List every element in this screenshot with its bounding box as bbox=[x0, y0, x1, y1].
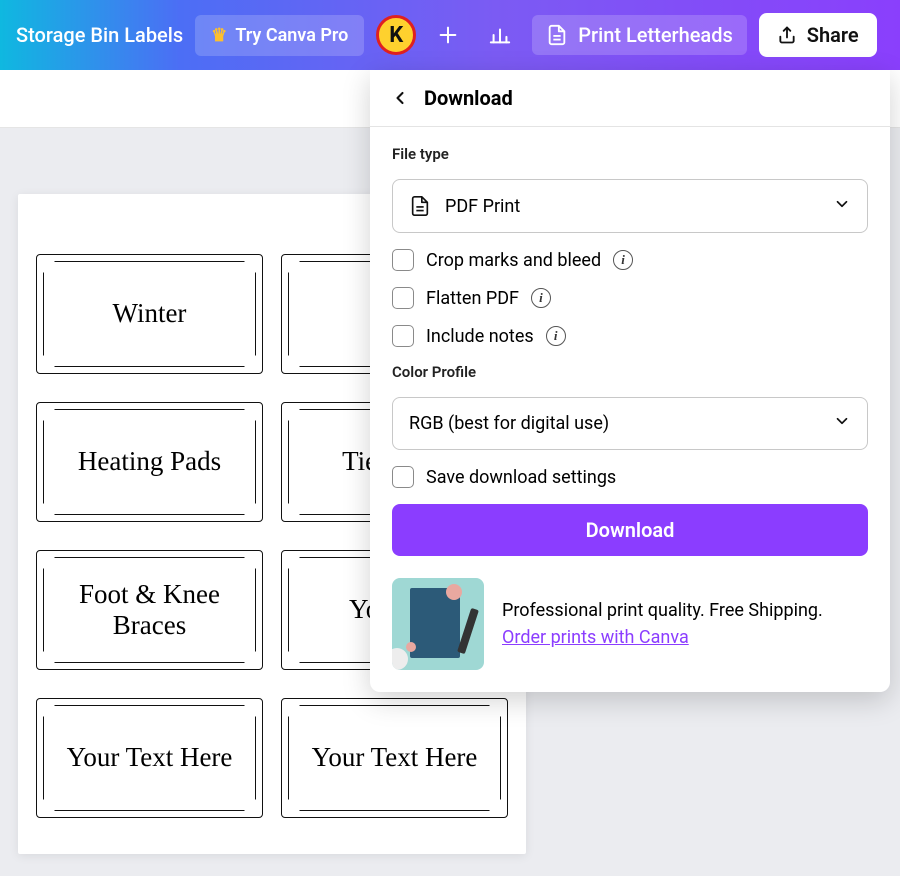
upload-icon bbox=[777, 25, 797, 45]
label-cell[interactable]: Winter bbox=[36, 254, 263, 374]
document-title[interactable]: Storage Bin Labels bbox=[12, 23, 183, 47]
flatten-pdf-checkbox[interactable] bbox=[392, 287, 414, 309]
color-profile-select[interactable]: RGB (best for digital use) bbox=[392, 397, 868, 450]
share-button[interactable]: Share bbox=[759, 13, 877, 57]
back-button[interactable] bbox=[390, 88, 410, 108]
add-button[interactable] bbox=[428, 15, 468, 55]
crop-marks-option: Crop marks and bleed i bbox=[392, 249, 868, 271]
info-icon[interactable]: i bbox=[613, 250, 633, 270]
file-type-value: PDF Print bbox=[445, 196, 520, 217]
file-type-label: File type bbox=[392, 145, 868, 163]
crown-icon: ♛ bbox=[211, 25, 227, 46]
chevron-left-icon bbox=[390, 88, 410, 108]
label-text[interactable]: Winter bbox=[43, 261, 256, 367]
flatten-pdf-option: Flatten PDF i bbox=[392, 287, 868, 309]
save-settings-label: Save download settings bbox=[426, 467, 616, 488]
file-pdf-icon bbox=[409, 194, 431, 218]
color-profile-value: RGB (best for digital use) bbox=[409, 413, 609, 434]
label-cell[interactable]: Your Text Here bbox=[36, 698, 263, 818]
analytics-button[interactable] bbox=[480, 15, 520, 55]
info-icon[interactable]: i bbox=[531, 288, 551, 308]
crop-marks-label: Crop marks and bleed bbox=[426, 250, 601, 271]
label-cell[interactable]: Heating Pads bbox=[36, 402, 263, 522]
avatar[interactable]: K bbox=[376, 15, 416, 55]
avatar-initial: K bbox=[389, 23, 403, 48]
panel-body: File type PDF Print Crop marks and bleed… bbox=[370, 127, 890, 692]
promo-text-block: Professional print quality. Free Shippin… bbox=[502, 597, 823, 651]
include-notes-checkbox[interactable] bbox=[392, 325, 414, 347]
save-settings-option: Save download settings bbox=[392, 466, 868, 488]
try-canva-pro-button[interactable]: ♛ Try Canva Pro bbox=[195, 15, 364, 56]
panel-header: Download bbox=[370, 70, 890, 127]
label-text[interactable]: Your Text Here bbox=[43, 705, 256, 811]
label-cell[interactable]: Foot & Knee Braces bbox=[36, 550, 263, 670]
order-prints-link[interactable]: Order prints with Canva bbox=[502, 627, 689, 648]
label-text[interactable]: Foot & Knee Braces bbox=[43, 557, 256, 663]
top-bar: Storage Bin Labels ♛ Try Canva Pro K Pri… bbox=[0, 0, 900, 70]
label-cell[interactable]: Your Text Here bbox=[281, 698, 508, 818]
print-letterheads-button[interactable]: Print Letterheads bbox=[532, 15, 746, 55]
download-button[interactable]: Download bbox=[392, 504, 868, 556]
flatten-pdf-label: Flatten PDF bbox=[426, 288, 519, 309]
save-settings-checkbox[interactable] bbox=[392, 466, 414, 488]
chevron-down-icon bbox=[833, 412, 851, 435]
label-text[interactable]: Your Text Here bbox=[288, 705, 501, 811]
print-promo: Professional print quality. Free Shippin… bbox=[392, 572, 868, 670]
chevron-down-icon bbox=[833, 195, 851, 218]
file-type-select[interactable]: PDF Print bbox=[392, 179, 868, 233]
try-pro-label: Try Canva Pro bbox=[235, 25, 348, 46]
promo-text: Professional print quality. Free Shippin… bbox=[502, 597, 823, 624]
info-icon[interactable]: i bbox=[546, 326, 566, 346]
crop-marks-checkbox[interactable] bbox=[392, 249, 414, 271]
plus-icon bbox=[437, 24, 459, 46]
print-label: Print Letterheads bbox=[578, 23, 732, 47]
download-panel: Download File type PDF Print Crop marks … bbox=[370, 70, 890, 692]
panel-title: Download bbox=[424, 86, 513, 110]
color-profile-label: Color Profile bbox=[392, 363, 868, 381]
include-notes-label: Include notes bbox=[426, 326, 534, 347]
bar-chart-icon bbox=[489, 24, 511, 46]
label-text[interactable]: Heating Pads bbox=[43, 409, 256, 515]
share-label: Share bbox=[807, 23, 859, 47]
document-icon bbox=[546, 23, 568, 47]
include-notes-option: Include notes i bbox=[392, 325, 868, 347]
promo-thumbnail bbox=[392, 578, 484, 670]
